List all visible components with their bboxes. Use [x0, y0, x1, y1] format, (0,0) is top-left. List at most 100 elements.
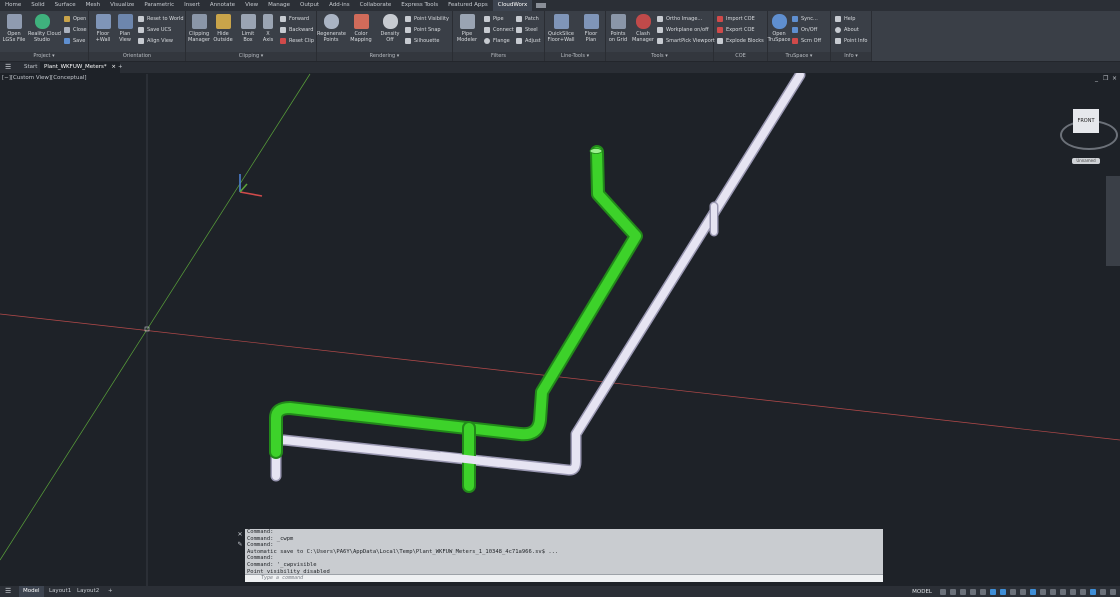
add-tab-button[interactable]: + [114, 62, 127, 73]
open-button[interactable]: Open [64, 15, 86, 24]
density-off-button[interactable]: Density Off [376, 14, 404, 43]
hide-outside-button[interactable]: Hide Outside [209, 14, 237, 43]
tab-drawing[interactable]: Plant_WKFUW_Meters* × [40, 62, 120, 73]
adjust-button[interactable]: Adjust [516, 37, 541, 46]
points-on-grid-button[interactable]: Points on Grid [604, 14, 632, 43]
isodraft-icon[interactable] [980, 588, 986, 595]
viewcube[interactable]: FRONT Unnamed [1060, 100, 1118, 170]
point-snap-button[interactable]: Point Snap [405, 26, 441, 35]
menu-add-ins[interactable]: Add-ins [324, 0, 355, 11]
reset-clip-button[interactable]: Reset Clip [280, 37, 314, 46]
import-coe-button[interactable]: Import COE [717, 15, 755, 24]
menu-collaborate[interactable]: Collaborate [355, 0, 397, 11]
close-button[interactable]: Close [64, 26, 87, 35]
quickslice-button[interactable]: QuickSlice Floor+Wall [547, 14, 575, 43]
osnap-icon[interactable] [1000, 588, 1006, 595]
menu-parametric[interactable]: Parametric [139, 0, 179, 11]
flange-button[interactable]: Flange [484, 37, 510, 46]
ortho-image-button[interactable]: Ortho Image... [657, 15, 702, 24]
tab-model[interactable]: Model [19, 586, 44, 597]
panel-title-tools[interactable]: Tools ▾ [606, 52, 713, 61]
scale-icon[interactable] [1050, 588, 1056, 595]
patch-button[interactable]: Patch [516, 15, 539, 24]
command-input[interactable]: Type a command [245, 574, 883, 582]
lineweight-icon[interactable] [1010, 588, 1016, 595]
tab-layout2[interactable]: Layout2 [73, 586, 103, 597]
isolate-icon[interactable] [1080, 588, 1086, 595]
menu-insert[interactable]: Insert [179, 0, 205, 11]
menu-manage[interactable]: Manage [263, 0, 295, 11]
panel-title-info[interactable]: Info ▾ [831, 52, 871, 61]
truspace-scrn-off-button[interactable]: Scrn Off [792, 37, 821, 46]
osnap-tracking-icon[interactable] [990, 588, 996, 595]
backward-button[interactable]: Backward [280, 26, 313, 35]
panel-title-rendering[interactable]: Rendering ▾ [317, 52, 452, 61]
floor-plan-button[interactable]: Floor Plan [577, 14, 605, 43]
menu-mesh[interactable]: Mesh [81, 0, 105, 11]
navigation-bar[interactable] [1106, 176, 1120, 266]
menu-express-tools[interactable]: Express Tools [396, 0, 443, 11]
explode-blocks-button[interactable]: Explode Blocks [717, 37, 764, 46]
open-truspace-button[interactable]: Open TruSpace [765, 14, 793, 43]
menu-cloudworx[interactable]: CloudWorx [492, 0, 533, 11]
annotation-scale-icon[interactable] [1030, 588, 1036, 595]
snap-icon[interactable] [950, 588, 956, 595]
menu-output[interactable]: Output [295, 0, 324, 11]
menu-solid[interactable]: Solid [26, 0, 49, 11]
color-mapping-button[interactable]: Color Mapping [347, 14, 375, 43]
open-lgsx-button[interactable]: Open LGSx File [0, 14, 28, 43]
steel-button[interactable]: Steel [516, 26, 538, 35]
menu-home[interactable]: Home [0, 0, 26, 11]
reality-cloud-studio-button[interactable]: Reality Cloud Studio [28, 14, 61, 43]
workspace-gear-icon[interactable] [1060, 588, 1066, 595]
workplane-toggle-button[interactable]: Workplane on/off [657, 26, 709, 35]
grid-icon[interactable] [940, 588, 946, 595]
menu-visualize[interactable]: Visualize [105, 0, 139, 11]
panel-title-line-tools[interactable]: Line-Tools ▾ [545, 52, 605, 61]
menu-annotate[interactable]: Annotate [205, 0, 240, 11]
pipe-modeler-button[interactable]: Pipe Modeler [453, 14, 481, 43]
panel-title-clipping[interactable]: Clipping ▾ [186, 52, 316, 61]
align-view-button[interactable]: Align View [138, 37, 173, 46]
tab-start[interactable]: Start [20, 62, 41, 73]
hardware-acceleration-icon[interactable] [1090, 588, 1096, 595]
transparency-icon[interactable] [1020, 588, 1026, 595]
point-visibility-button[interactable]: Point Visibility [405, 15, 449, 24]
forward-button[interactable]: Forward [280, 15, 309, 24]
save-ucs-button[interactable]: Save UCS [138, 26, 171, 35]
help-button[interactable]: Help [835, 15, 855, 24]
clean-screen-icon[interactable] [1100, 588, 1106, 595]
panel-title-project[interactable]: Project ▾ [0, 52, 88, 61]
model-viewport[interactable]: [−][Custom View][Conceptual] _ ❐ × FRONT… [0, 73, 1120, 586]
save-button[interactable]: Save [64, 37, 85, 46]
command-settings-icon[interactable]: ✎ [235, 541, 245, 548]
clash-manager-button[interactable]: Clash Manager [629, 14, 657, 43]
add-layout-button[interactable]: + [104, 586, 117, 597]
annotation-visibility-icon[interactable] [1040, 588, 1046, 595]
regenerate-points-button[interactable]: Regenerate Points [317, 14, 346, 43]
connect-button[interactable]: Connect [484, 26, 514, 35]
plus-icon[interactable] [1070, 588, 1076, 595]
export-coe-button[interactable]: Export COE [717, 26, 755, 35]
tab-layout1[interactable]: Layout1 [45, 586, 75, 597]
menu-featured-apps[interactable]: Featured Apps [443, 0, 493, 11]
viewcube-front-face[interactable]: FRONT [1073, 109, 1099, 133]
pipe-button[interactable]: Pipe [484, 15, 504, 24]
layout-menu-icon[interactable]: ☰ [5, 587, 11, 595]
plan-view-button[interactable]: Plan View [111, 14, 139, 43]
panel-title-truspace[interactable]: TruSpace ▾ [768, 52, 830, 61]
ortho-icon[interactable] [960, 588, 966, 595]
about-button[interactable]: About [835, 26, 859, 35]
workspace-switcher-icon[interactable] [536, 3, 547, 8]
menu-surface[interactable]: Surface [50, 0, 81, 11]
command-close-icon[interactable]: ✕ [235, 531, 245, 538]
polar-icon[interactable] [970, 588, 976, 595]
silhouette-button[interactable]: Silhouette [405, 37, 439, 46]
truspace-on-off-button[interactable]: On/Off [792, 26, 817, 35]
truspace-sync-button[interactable]: Sync... [792, 15, 818, 24]
customize-icon[interactable] [1110, 588, 1116, 595]
reset-to-world-button[interactable]: Reset to World [138, 15, 184, 24]
point-info-button[interactable]: Point Info [835, 37, 867, 46]
hamburger-menu-icon[interactable]: ☰ [5, 64, 13, 71]
viewcube-ucs-menu[interactable]: Unnamed [1072, 158, 1100, 164]
